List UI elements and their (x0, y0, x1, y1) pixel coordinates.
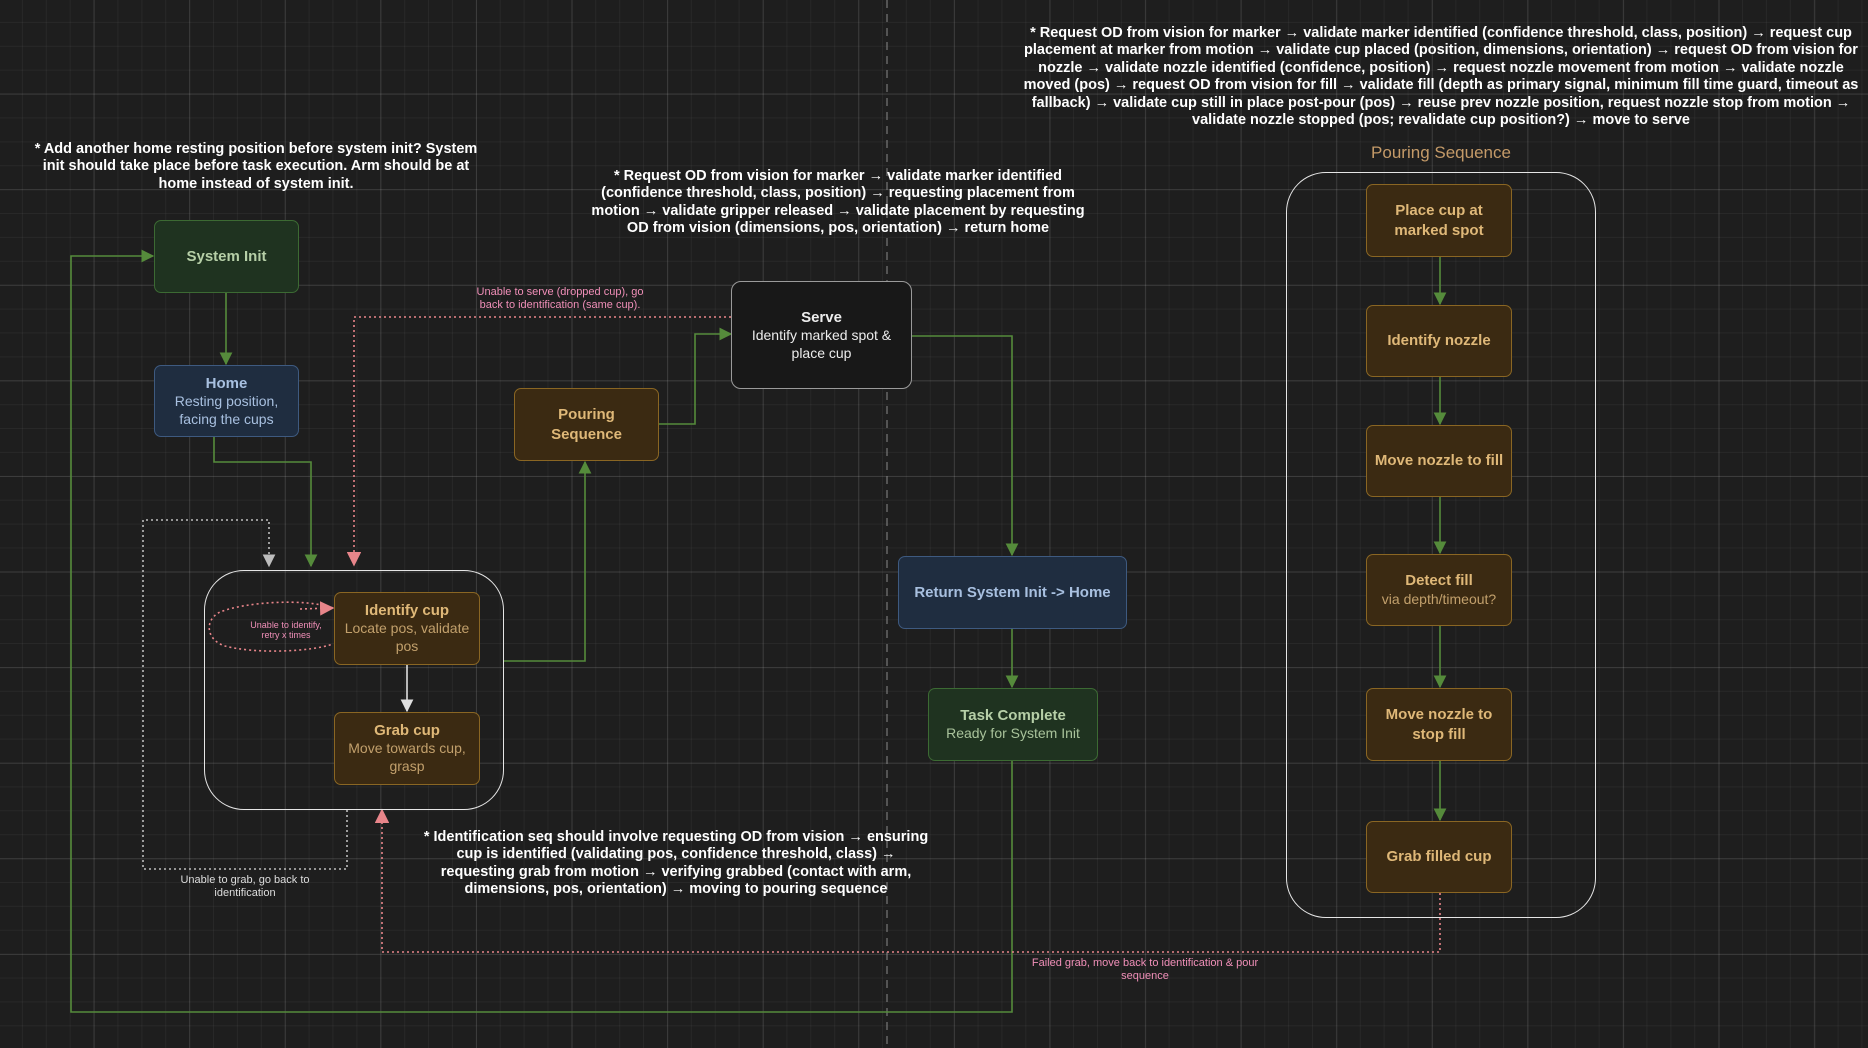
node-detect-fill-title: Detect fill (1405, 572, 1473, 590)
node-task-complete-title: Task Complete (960, 706, 1066, 724)
node-return-system-init[interactable]: Return System Init -> Home (898, 556, 1127, 629)
pouring-sequence-group (1286, 172, 1596, 918)
edge-pouring-to-serve (659, 327, 733, 425)
edge-identify-group-to-pouring (503, 460, 592, 662)
edge-home-to-identify (213, 437, 318, 568)
note-home: * Add another home resting position befo… (34, 141, 478, 192)
pouring-sequence-group-label: Pouring Sequence (1371, 143, 1511, 162)
node-return-system-init-title: Return System Init -> Home (914, 583, 1111, 601)
node-system-init[interactable]: System Init (154, 220, 299, 293)
node-pouring-sequence[interactable]: Pouring Sequence (514, 388, 659, 461)
node-home-title: Home (205, 374, 248, 392)
node-move-nozzle-stop-title: Move nozzle to stop fill (1385, 706, 1493, 743)
node-detect-fill-subtitle: via depth/timeout? (1381, 590, 1497, 607)
node-task-complete[interactable]: Task Complete Ready for System Init (928, 688, 1098, 761)
node-serve[interactable]: Serve Identify marked spot & place cup (731, 281, 912, 389)
label-serve-fail: Unable to serve (dropped cup), go back t… (476, 286, 644, 311)
note-identification: * Identification seq should involve requ… (423, 829, 929, 898)
node-identify-cup-subtitle: Locate pos, validate pos (344, 620, 470, 655)
node-grab-cup-subtitle: Move towards cup, grasp (348, 740, 466, 775)
note-pouring: * Request OD from vision for marker → va… (1023, 25, 1859, 128)
label-identify-retry: Unable to identify, retry x times (250, 620, 322, 641)
node-identify-nozzle[interactable]: Identify nozzle (1366, 305, 1512, 377)
node-identify-cup[interactable]: Identify cup Locate pos, validate pos (334, 592, 480, 665)
node-home-subtitle: Resting position, facing the cups (174, 392, 279, 427)
label-failed-grab-pour: Failed grab, move back to identification… (1031, 957, 1259, 982)
node-serve-subtitle: Identify marked spot & place cup (751, 326, 892, 361)
node-home[interactable]: Home Resting position, facing the cups (154, 365, 299, 437)
node-grab-filled-cup-title: Grab filled cup (1386, 848, 1492, 866)
node-pouring-sequence-title: Pouring Sequence (551, 406, 622, 443)
node-place-cup[interactable]: Place cup at marked spot (1366, 184, 1512, 257)
node-task-complete-subtitle: Ready for System Init (946, 725, 1080, 742)
node-system-init-title: System Init (186, 247, 267, 265)
node-grab-cup-title: Grab cup (374, 722, 440, 739)
node-identify-cup-title: Identify cup (364, 602, 450, 619)
node-grab-filled-cup[interactable]: Grab filled cup (1366, 821, 1512, 893)
node-detect-fill[interactable]: Detect fill via depth/timeout? (1366, 554, 1512, 626)
node-move-nozzle-fill-title: Move nozzle to fill (1374, 452, 1504, 470)
node-serve-title: Serve (801, 308, 842, 326)
note-serve: * Request OD from vision for marker → va… (591, 168, 1085, 237)
node-identify-nozzle-title: Identify nozzle (1387, 332, 1491, 350)
node-grab-cup[interactable]: Grab cup Move towards cup, grasp (334, 712, 480, 785)
node-move-nozzle-stop[interactable]: Move nozzle to stop fill (1366, 688, 1512, 761)
label-grab-fail: Unable to grab, go back to identificatio… (180, 874, 310, 899)
node-place-cup-title: Place cup at marked spot (1394, 202, 1484, 239)
edge-serve-to-return (911, 335, 1019, 557)
node-move-nozzle-fill[interactable]: Move nozzle to fill (1366, 425, 1512, 497)
